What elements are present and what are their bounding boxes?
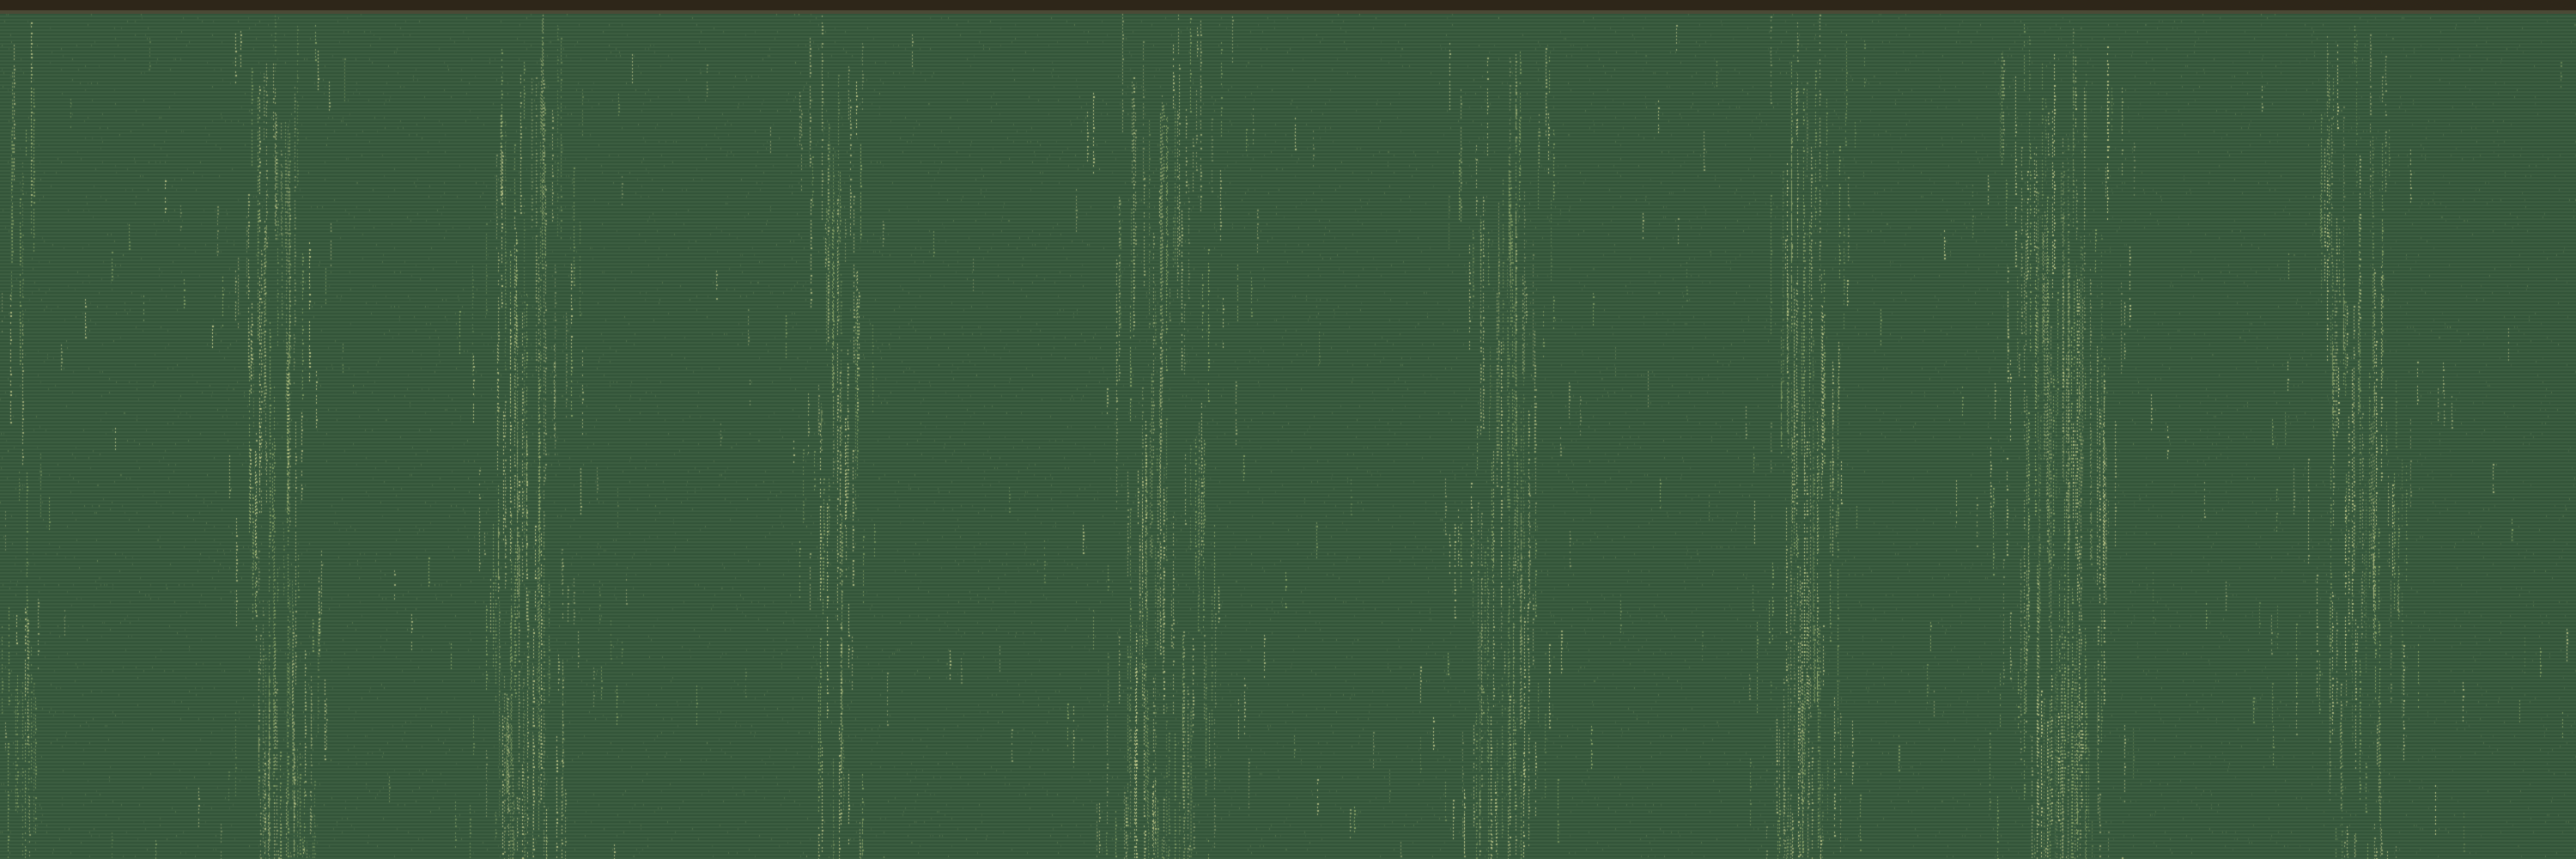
- textile-photo: [0, 0, 2576, 859]
- woven-fabric-texture: [0, 14, 2576, 859]
- top-rail: [0, 0, 2576, 10]
